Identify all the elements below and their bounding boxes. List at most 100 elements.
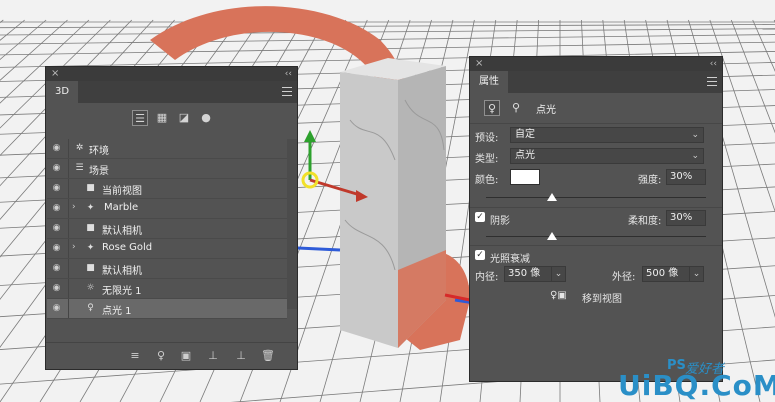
tab-3d[interactable]: 3D bbox=[46, 81, 79, 103]
inner-radius-label: 内径: bbox=[475, 272, 499, 283]
light-type-label: 类型: bbox=[475, 154, 499, 165]
list-item[interactable]: ◉ ■ 当前视图 bbox=[47, 179, 287, 199]
visibility-eye-icon[interactable]: ◉ bbox=[51, 263, 62, 274]
light-type-value: 点光 bbox=[515, 150, 535, 161]
color-swatch[interactable] bbox=[510, 169, 540, 185]
falloff-checkbox[interactable]: ✓ bbox=[475, 250, 485, 260]
3d-panel-footer: ≡ ♀ ▣ ⊥ ⊥ 🗑 bbox=[46, 342, 297, 369]
3d-layer-list: ◉ ✲ 环境 ◉ ☰ 场景 ◉ ■ 当前视图 ◉ › ✦ Marble ◉ ■ … bbox=[47, 139, 287, 319]
visibility-eye-icon[interactable]: ◉ bbox=[51, 203, 62, 214]
layer-label: 环境 bbox=[89, 146, 109, 157]
list-item[interactable]: ◉ ☰ 场景 bbox=[47, 159, 287, 179]
outer-radius-field[interactable]: 500 像 ⌄ bbox=[642, 266, 704, 282]
visibility-eye-icon[interactable]: ◉ bbox=[51, 243, 62, 254]
layer-label: 无限光 1 bbox=[102, 286, 142, 297]
coordinates-icon[interactable]: ⚲ bbox=[508, 100, 524, 116]
list-item[interactable]: ◉ ✲ 环境 bbox=[47, 139, 287, 159]
light-type-heading: 点光 bbox=[536, 105, 556, 116]
3d-panel-titlebar[interactable]: × ‹‹ bbox=[46, 67, 297, 81]
list-item[interactable]: ◉ ☼ 无限光 1 bbox=[47, 279, 287, 299]
infinite-light-icon: ☼ bbox=[86, 283, 95, 293]
transform-icon[interactable]: ⊥ bbox=[234, 349, 248, 363]
3d-filter-bar: ☰ ▦ ◪ ● bbox=[46, 103, 297, 133]
move-to-view-icon[interactable]: ♀▣ bbox=[550, 290, 567, 301]
environment-icon: ✲ bbox=[75, 143, 84, 153]
chevron-right-icon[interactable]: › bbox=[72, 202, 76, 212]
list-item[interactable]: ◉ › ✦ Rose Gold bbox=[47, 239, 287, 259]
falloff-row: ✓ 光照衰减 bbox=[470, 246, 722, 266]
visibility-eye-icon[interactable]: ◉ bbox=[51, 283, 62, 294]
color-row: 颜色: 强度: 30% bbox=[470, 167, 722, 187]
tab-properties[interactable]: 属性 bbox=[470, 71, 508, 93]
camera-icon: ■ bbox=[86, 223, 95, 233]
list-item[interactable]: ◉ › ✦ Marble bbox=[47, 199, 287, 219]
new-mesh-icon[interactable]: ▣ bbox=[179, 349, 193, 363]
move-to-view-button[interactable]: 移到视图 bbox=[582, 290, 622, 305]
add-light-icon[interactable]: ♀ bbox=[154, 349, 168, 363]
properties-type-bar: ♀ ⚲ 点光 bbox=[470, 93, 722, 124]
slider-handle[interactable] bbox=[547, 232, 557, 240]
move-to-view-row[interactable]: ♀▣ 移到视图 bbox=[470, 286, 722, 306]
layer-label: Marble bbox=[104, 202, 139, 213]
layer-label: 点光 1 bbox=[102, 306, 132, 317]
visibility-eye-icon[interactable]: ◉ bbox=[51, 303, 62, 314]
radius-row: 内径: 350 像 ⌄ 外径: 500 像 ⌄ bbox=[470, 264, 722, 284]
collapse-icon[interactable]: ‹‹ bbox=[710, 57, 717, 71]
visibility-eye-icon[interactable]: ◉ bbox=[51, 223, 62, 234]
point-light-icon: ♀ bbox=[87, 303, 94, 313]
visibility-eye-icon[interactable]: ◉ bbox=[51, 163, 62, 174]
softness-label: 柔和度: bbox=[628, 216, 662, 227]
falloff-label: 光照衰减 bbox=[490, 254, 530, 265]
ground-icon[interactable]: ⊥ bbox=[206, 349, 220, 363]
preset-value: 自定 bbox=[515, 129, 535, 140]
intensity-label: 强度: bbox=[638, 175, 662, 186]
whole-scene-icon[interactable]: ☰ bbox=[132, 110, 148, 126]
preset-row: 预设: 自定 ⌄ bbox=[470, 125, 722, 145]
layer-label: 当前视图 bbox=[102, 186, 142, 197]
preset-label: 预设: bbox=[475, 133, 499, 144]
softness-field[interactable]: 30% bbox=[666, 210, 706, 226]
intensity-slider[interactable] bbox=[486, 193, 706, 205]
visibility-eye-icon[interactable]: ◉ bbox=[51, 143, 62, 154]
shadow-label: 阴影 bbox=[490, 216, 510, 227]
marble-pillar-left bbox=[340, 72, 398, 348]
visibility-eye-icon[interactable]: ◉ bbox=[51, 183, 62, 194]
properties-titlebar[interactable]: × ‹‹ bbox=[470, 57, 722, 71]
chevron-down-icon[interactable]: ⌄ bbox=[689, 267, 703, 281]
inner-radius-field[interactable]: 350 像 ⌄ bbox=[504, 266, 566, 282]
scene-icon: ☰ bbox=[75, 163, 84, 173]
slider-handle[interactable] bbox=[547, 193, 557, 201]
chevron-right-icon[interactable]: › bbox=[72, 242, 76, 252]
shadow-checkbox[interactable]: ✓ bbox=[475, 212, 485, 222]
list-item[interactable]: ◉ ■ 默认相机 bbox=[47, 259, 287, 279]
intensity-field[interactable]: 30% bbox=[666, 169, 706, 185]
chevron-down-icon[interactable]: ⌄ bbox=[551, 267, 565, 281]
list-item[interactable]: ◉ ■ 默认相机 bbox=[47, 219, 287, 239]
panel-menu-icon[interactable] bbox=[282, 87, 292, 96]
light-type-select[interactable]: 点光 ⌄ bbox=[510, 148, 704, 164]
preset-select[interactable]: 自定 ⌄ bbox=[510, 127, 704, 143]
layer-label: Rose Gold bbox=[102, 242, 153, 253]
list-item[interactable]: ◉ ♀ 点光 1 bbox=[47, 299, 287, 319]
collapse-icon[interactable]: ‹‹ bbox=[285, 67, 292, 81]
inner-radius-value: 350 像 bbox=[508, 268, 541, 279]
mesh-icon: ✦ bbox=[86, 203, 95, 213]
meshes-icon[interactable]: ▦ bbox=[154, 110, 170, 126]
softness-slider[interactable] bbox=[486, 232, 706, 244]
panel-menu-icon[interactable] bbox=[707, 77, 717, 86]
materials-icon[interactable]: ◪ bbox=[176, 110, 192, 126]
light-bulb-icon[interactable]: ♀ bbox=[484, 100, 500, 116]
properties-panel: × ‹‹ 属性 ♀ ⚲ 点光 预设: 自定 ⌄ 类型: 点光 ⌄ 颜色: 强度: 3… bbox=[469, 56, 723, 382]
3d-panel: × ‹‹ 3D ☰ ▦ ◪ ● ◉ ✲ 环境 ◉ ☰ 场景 ◉ ■ 当前视图 ◉… bbox=[45, 66, 298, 370]
close-icon[interactable]: × bbox=[475, 57, 483, 71]
lights-icon[interactable]: ● bbox=[198, 110, 214, 126]
layer-label: 默认相机 bbox=[102, 266, 142, 277]
close-icon[interactable]: × bbox=[51, 67, 59, 81]
layer-label: 默认相机 bbox=[102, 226, 142, 237]
light-type-row: 类型: 点光 ⌄ bbox=[470, 146, 722, 166]
render-icon[interactable]: ≡ bbox=[128, 349, 142, 363]
outer-radius-label: 外径: bbox=[612, 272, 636, 283]
trash-icon[interactable]: 🗑 bbox=[261, 349, 275, 363]
scrollbar[interactable] bbox=[287, 139, 297, 309]
outer-radius-value: 500 像 bbox=[646, 268, 679, 279]
